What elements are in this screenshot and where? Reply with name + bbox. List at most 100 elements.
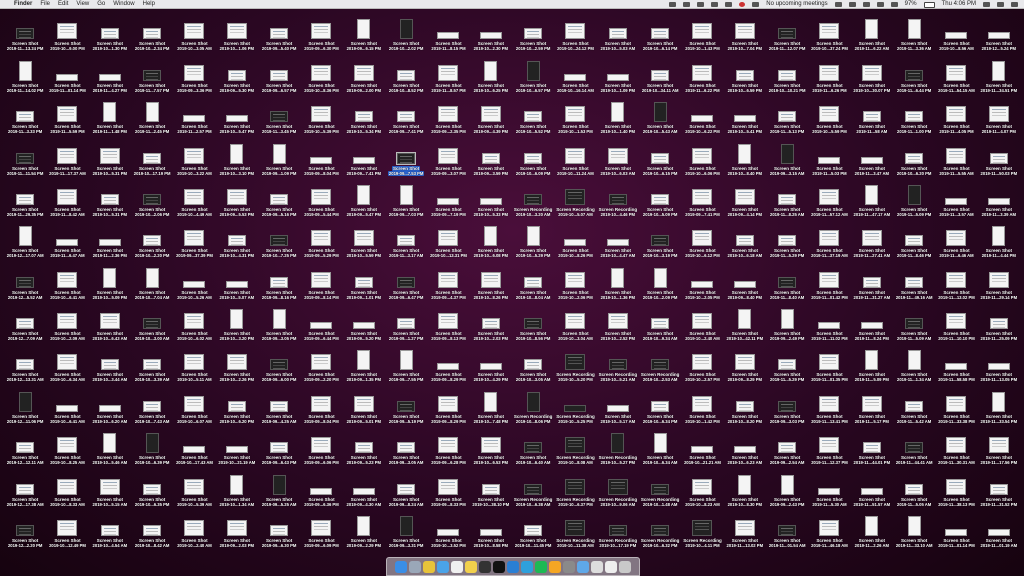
screenshot-file-icon[interactable]: Screen Shot 2019-10...3.10 PM bbox=[216, 135, 258, 176]
screenshot-file-icon[interactable]: Screen Shot 2019-09...7.19 PM bbox=[427, 177, 469, 218]
screenshot-file-icon[interactable]: Screen Shot 2019-11...31.52 PM bbox=[978, 466, 1020, 507]
screenshot-file-icon[interactable]: Screen Shot 2019-10...2.06 PM bbox=[131, 177, 173, 218]
screenshot-file-icon[interactable]: Screen Shot 2019-10...7.43 AM bbox=[131, 383, 173, 424]
bluetooth-icon[interactable] bbox=[862, 2, 870, 7]
screenshot-file-icon[interactable]: Screen Shot 2019-11...50.03 PM bbox=[978, 135, 1020, 176]
wifi-icon[interactable] bbox=[876, 2, 884, 7]
screenshot-file-icon[interactable]: Screen Shot 2019-11...01.14 PM bbox=[935, 508, 977, 549]
screenshot-file-icon[interactable]: Screen Shot 2019-10...3.00 AM bbox=[131, 301, 173, 342]
volume-icon[interactable] bbox=[890, 2, 898, 7]
screenshot-file-icon[interactable]: Screen Shot 2019-10...6.25 PM bbox=[470, 52, 512, 93]
calendar-status-icon[interactable] bbox=[752, 2, 760, 7]
screenshot-file-icon[interactable]: Screen Shot 2019-10...16.14 AM bbox=[554, 52, 596, 93]
screenshot-file-icon[interactable]: Screen Shot 2019-10...5.17 AM bbox=[597, 383, 639, 424]
screenshot-file-icon[interactable]: Screen Shot 2019-11...01.35 PM bbox=[808, 342, 850, 383]
screenshot-file-icon[interactable]: Screen Shot 2019-09...2.35 PM bbox=[427, 94, 469, 135]
battery-percent[interactable]: 97% bbox=[905, 0, 917, 9]
screenshot-file-icon[interactable]: Screen Shot 2019-11...5.05 AM bbox=[893, 466, 935, 507]
screenshot-file-icon[interactable]: Screen Shot 2019-10...1.40 PM bbox=[597, 94, 639, 135]
screenshot-file-icon[interactable]: Screen Shot 2019-09...2.54 AM bbox=[766, 425, 808, 466]
screenshot-file-icon[interactable]: Screen Shot 2019-09...8.29 PM bbox=[724, 342, 766, 383]
screenshot-file-icon[interactable]: Screen Shot 2019-10...6.12 PM bbox=[681, 218, 723, 259]
screenshot-file-icon[interactable]: Screen Shot 2019-10...1.34 AM bbox=[216, 466, 258, 507]
screenshot-file-icon[interactable]: Screen Shot 2019-10...9.34 AM bbox=[639, 301, 681, 342]
clock[interactable]: Thu 4:06 PM bbox=[942, 0, 976, 9]
screenshot-file-icon[interactable]: Screen Shot 2019-11...5.29 PM bbox=[766, 218, 808, 259]
screenshot-file-icon[interactable]: Screen Shot 2019-10...3.52 PM bbox=[427, 508, 469, 549]
notes-icon[interactable] bbox=[465, 560, 477, 573]
screenshot-file-icon[interactable]: Screen Shot 2019-09...5.01 PM bbox=[343, 383, 385, 424]
screenshot-file-icon[interactable]: Screen Shot 2019-10...5.59 PM bbox=[808, 94, 850, 135]
screenshot-file-icon[interactable]: Screen Shot 2019-09...5.20 PM bbox=[343, 301, 385, 342]
screen-recording-file-icon[interactable]: Screen Recording 2019-10...5.25 PM bbox=[554, 383, 596, 424]
screenshot-file-icon[interactable]: Screen Shot 2019-10...8.52 PM bbox=[385, 52, 427, 93]
screenshot-file-icon[interactable]: Screen Shot 2019-09...5.16 PM bbox=[258, 177, 300, 218]
screenshot-file-icon[interactable]: Screen Shot 2019-09...7.41 PM bbox=[343, 135, 385, 176]
screenshot-file-icon[interactable]: Screen Shot 2019-10...2.40 AM bbox=[681, 301, 723, 342]
screenshot-file-icon[interactable]: Screen Shot 2019-10...34.11 AM bbox=[639, 52, 681, 93]
screenshot-file-icon[interactable]: Screen Shot 2019-10...6.23 AM bbox=[724, 425, 766, 466]
screenshot-file-icon[interactable]: Screen Shot 2019-10...6.06 PM bbox=[681, 135, 723, 176]
status-icon-2[interactable] bbox=[683, 2, 691, 7]
screenshot-file-icon[interactable]: Screen Shot 2019-10...5.31 PM bbox=[89, 177, 131, 218]
status-icon-4[interactable] bbox=[711, 2, 719, 7]
menu-go[interactable]: Go bbox=[97, 0, 105, 9]
screenshot-file-icon[interactable]: Screen Shot 2019-11...1.48 PM bbox=[89, 94, 131, 135]
screenshot-file-icon[interactable]: Screen Shot 2019-11...13.05 PM bbox=[978, 342, 1020, 383]
screenshot-file-icon[interactable]: Screen Shot 2019-11...6.22 AM bbox=[851, 11, 893, 52]
screenshot-file-icon[interactable]: Screen Shot 2019-10...6.35 PM bbox=[131, 466, 173, 507]
screenshot-file-icon[interactable]: Screen Shot 2019-10...6.39 PM bbox=[131, 425, 173, 466]
screenshot-file-icon[interactable]: Screen Shot 2019-09...7.55 PM bbox=[385, 342, 427, 383]
spotify-icon[interactable] bbox=[535, 560, 547, 573]
screen-recording-file-icon[interactable]: Screen Recording 2019-10...6.32 PM bbox=[639, 508, 681, 549]
screenshot-file-icon[interactable]: Screen Shot 2019-10...6.08 PM bbox=[470, 218, 512, 259]
screenshot-file-icon[interactable]: Screen Shot 2019-10...6.34 AM bbox=[639, 425, 681, 466]
screen-recording-file-icon[interactable]: Screen Recording 2019-10...4.46 PM bbox=[597, 177, 639, 218]
downloads-icon[interactable] bbox=[591, 560, 603, 573]
screenshot-file-icon[interactable]: Screen Shot 2019-10...6.41 AM bbox=[46, 259, 88, 300]
screenshot-file-icon[interactable]: Screen Shot 2019-11...58 AM bbox=[851, 94, 893, 135]
screenshot-file-icon[interactable]: Screen Shot 2019-10...8.25 AM bbox=[46, 425, 88, 466]
screenshot-file-icon[interactable]: Screen Shot 2019-09...8.14 PM bbox=[300, 259, 342, 300]
screenshot-file-icon[interactable]: Screen Shot 2019-10...12.49 PM bbox=[46, 508, 88, 549]
screenshot-file-icon[interactable]: Screen Shot 2019-11...3.17 AM bbox=[385, 218, 427, 259]
calendar-icon[interactable] bbox=[451, 560, 463, 573]
menu-view[interactable]: View bbox=[76, 0, 89, 9]
screenshot-file-icon[interactable]: Screen Shot 2019-10...2.34 PM bbox=[131, 11, 173, 52]
screenshot-file-icon[interactable]: Screen Shot 2019-11...3.45 PM bbox=[258, 94, 300, 135]
screenshot-file-icon[interactable]: Screen Shot 2019-10...2.52 PM bbox=[597, 301, 639, 342]
screenshot-file-icon[interactable]: Screen Shot 2019-10...3.19 PM bbox=[639, 218, 681, 259]
screenshot-file-icon[interactable]: Screen Shot 2019-11...5.29 PM bbox=[766, 342, 808, 383]
screenshot-file-icon[interactable]: Screen Shot 2019-10...5.11 AM bbox=[173, 342, 215, 383]
screenshot-file-icon[interactable]: Screen Shot 2019-10...4.49 AM bbox=[173, 177, 215, 218]
screenshot-file-icon[interactable]: Screen Shot 2019-10...2.30 PM bbox=[470, 11, 512, 52]
screen-recording-file-icon[interactable]: Screen Recording 2019-10...6.38 AM bbox=[512, 466, 554, 507]
screenshot-file-icon[interactable]: Screen Shot 2019-11...8.40 AM bbox=[766, 259, 808, 300]
screenshot-file-icon[interactable]: Screen Shot 2019-09...1.27 PM bbox=[385, 301, 427, 342]
screenshot-file-icon[interactable]: Screen Shot 2019-09...8.04 PM bbox=[300, 383, 342, 424]
screenshot-file-icon[interactable]: Screen Shot 2019-11...8.15 PM bbox=[427, 11, 469, 52]
search-icon[interactable] bbox=[983, 2, 990, 7]
screenshot-file-icon[interactable]: Screen Shot 2019-10...5.59 PM bbox=[343, 218, 385, 259]
screenshot-file-icon[interactable]: Screen Shot 2019-09...5.44 PM bbox=[300, 177, 342, 218]
screenshot-file-icon[interactable]: Screen Shot 2019-10...6.20 PM bbox=[893, 135, 935, 176]
screenshot-file-icon[interactable]: Screen Shot 2019-12...5.52 AM bbox=[4, 259, 46, 300]
screenshot-file-icon[interactable]: Screen Shot 2019-09...6.06 PM bbox=[300, 425, 342, 466]
screenshot-file-icon[interactable]: Screen Shot 2019-10...6.09 PM bbox=[512, 135, 554, 176]
screenshot-file-icon[interactable]: Screen Shot 2019-10...8.56 AM bbox=[935, 11, 977, 52]
screenshot-file-icon[interactable]: Screen Shot 2019-10...8.42 AM bbox=[131, 508, 173, 549]
screenshot-file-icon[interactable]: Screen Shot 2019-09...8.29 PM bbox=[427, 383, 469, 424]
screenshot-file-icon[interactable]: Screen Shot 2019-10...7.04 AM bbox=[131, 259, 173, 300]
cloud-icon[interactable] bbox=[834, 2, 842, 7]
screenshot-file-icon[interactable]: Screen Shot 2019-11...5.55 AM bbox=[935, 135, 977, 176]
screen-recording-file-icon[interactable]: Screen Recording 2019-10...5.20 PM bbox=[554, 342, 596, 383]
screenshot-file-icon[interactable]: Screen Shot 2019-10...8.04 AM bbox=[512, 259, 554, 300]
document-icon[interactable] bbox=[605, 560, 617, 573]
screenshot-file-icon[interactable]: Screen Shot 2019-09...6.28 PM bbox=[427, 425, 469, 466]
screenshot-file-icon[interactable]: Screen Shot 2019-11...13.24 PM bbox=[4, 11, 46, 52]
screenshot-file-icon[interactable]: Screen Shot 2019-11...1.34 AM bbox=[893, 342, 935, 383]
screenshot-file-icon[interactable]: Screen Shot 2019-11...47.17 AM bbox=[851, 177, 893, 218]
screenshot-file-icon[interactable]: Screen Shot 2019-11...6.26 PM bbox=[808, 52, 850, 93]
screenshot-file-icon[interactable]: Screen Shot 2019-11...58.58 PM bbox=[935, 342, 977, 383]
screenshot-file-icon[interactable]: Screen Shot 2019-11...30.31 AM bbox=[935, 425, 977, 466]
